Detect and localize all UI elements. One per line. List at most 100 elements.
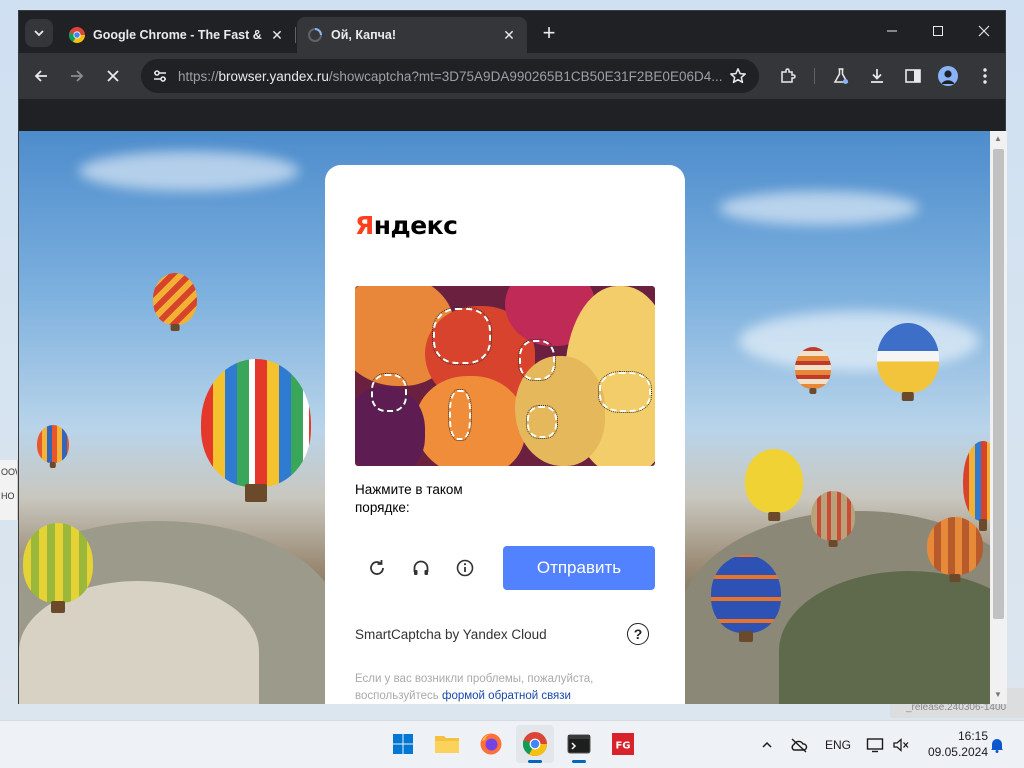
tray-display[interactable] — [864, 733, 886, 757]
scrollbar-thumb[interactable] — [993, 149, 1004, 619]
url-scheme: https:// — [178, 68, 219, 84]
labs-button[interactable] — [827, 62, 855, 90]
side-panel-button[interactable] — [899, 62, 927, 90]
close-tab-icon[interactable]: ✕ — [269, 27, 285, 43]
feedback-note: Если у вас возникли проблемы, пожалуйста… — [355, 671, 625, 704]
bookmark-star-icon[interactable] — [729, 67, 747, 85]
close-icon — [978, 25, 990, 37]
tune-icon — [154, 70, 166, 82]
page-viewport: Яндекс Нажмите в таком порядке: Отправит… — [19, 131, 990, 704]
start-icon — [393, 734, 413, 754]
language-indicator[interactable]: ENG — [822, 733, 854, 757]
taskbar-clock[interactable]: 16:15 09.05.2024 — [918, 728, 988, 760]
file-explorer-icon — [435, 736, 459, 753]
tab-captcha[interactable]: Ой, Капча! ✕ — [297, 17, 527, 53]
browser-window: Google Chrome - The Fast & Secure Web Br… — [18, 10, 1007, 704]
captcha-target-symbol[interactable] — [432, 307, 492, 365]
tab-title: Google Chrome - The Fast & Secure Web Br… — [93, 28, 263, 42]
start-button[interactable] — [384, 725, 422, 763]
arrow-right-icon — [71, 70, 84, 82]
show-hidden-icons-button[interactable] — [758, 733, 776, 757]
hot-air-balloon — [745, 449, 803, 513]
tab-strip: Google Chrome - The Fast & Secure Web Br… — [19, 11, 1005, 53]
page-scrollbar[interactable]: ▲ ▼ — [990, 131, 1007, 704]
captcha-branding: SmartCaptcha by Yandex Cloud — [355, 627, 547, 642]
forward-button[interactable] — [63, 62, 91, 90]
close-window-button[interactable] — [961, 11, 1007, 51]
taskbar-terminal[interactable] — [560, 725, 598, 763]
hot-air-balloon — [877, 323, 939, 393]
captcha-info-button[interactable] — [451, 554, 479, 582]
toolbar-divider — [814, 68, 815, 84]
url-text: https://browser.yandex.ru/showcaptcha?mt… — [178, 69, 728, 84]
hot-air-balloon — [711, 555, 781, 633]
taskbar-firefox[interactable] — [472, 725, 510, 763]
background-cloud — [719, 191, 919, 225]
more-vert-icon — [983, 68, 987, 84]
tab-title: Ой, Капча! — [331, 28, 397, 42]
notifications-button[interactable] — [988, 733, 1006, 757]
logo-first-letter: Я — [355, 211, 374, 240]
tab-google-chrome[interactable]: Google Chrome - The Fast & Secure Web Br… — [59, 17, 295, 53]
speaker-muted-icon — [893, 738, 909, 752]
address-bar[interactable]: https://browser.yandex.ru/showcaptcha?mt… — [141, 59, 759, 93]
taskbar-fg-app[interactable]: FG — [604, 725, 642, 763]
loading-spinner-icon — [308, 28, 322, 42]
hot-air-balloon — [37, 425, 69, 463]
feedback-form-link[interactable]: формой обратной связи — [442, 690, 571, 702]
puzzle-icon — [781, 68, 796, 83]
hot-air-balloon — [927, 517, 983, 575]
captcha-target-symbol[interactable] — [370, 373, 408, 413]
side-panel-icon — [905, 69, 921, 83]
hot-air-balloon — [963, 441, 990, 521]
new-tab-button[interactable]: + — [537, 20, 561, 45]
monitor-icon — [866, 738, 884, 753]
close-icon — [107, 70, 119, 82]
taskbar-chrome[interactable] — [516, 725, 554, 763]
cloud-off-icon — [791, 738, 808, 753]
menu-button[interactable] — [971, 62, 999, 90]
scroll-up-icon[interactable]: ▲ — [994, 135, 1003, 143]
background-text: OOW — [1, 467, 17, 477]
refresh-captcha-button[interactable] — [363, 554, 391, 582]
hot-air-balloon — [153, 273, 197, 325]
captcha-target-symbol[interactable] — [598, 371, 652, 413]
taskbar: FG ENG 16:15 09.05.2024 — [0, 720, 1024, 768]
yandex-logo: Яндекс — [355, 211, 458, 240]
help-button[interactable]: ? — [627, 623, 649, 645]
hot-air-balloon — [811, 491, 855, 541]
captcha-card: Яндекс Нажмите в таком порядке: Отправит… — [325, 165, 685, 704]
captcha-image[interactable] — [355, 286, 655, 466]
minimize-button[interactable] — [869, 11, 915, 51]
tray-network-status[interactable] — [788, 733, 810, 757]
downloads-button[interactable] — [863, 62, 891, 90]
submit-button[interactable]: Отправить — [503, 546, 655, 590]
maximize-icon — [933, 26, 943, 36]
maximize-button[interactable] — [915, 11, 961, 51]
captcha-target-symbol[interactable] — [448, 389, 472, 441]
scroll-down-icon[interactable]: ▼ — [994, 691, 1003, 699]
terminal-icon — [567, 734, 591, 754]
taskbar-file-explorer[interactable] — [428, 725, 466, 763]
audio-captcha-button[interactable] — [407, 554, 435, 582]
fg-app-icon: FG — [612, 733, 634, 755]
stop-loading-button[interactable] — [99, 62, 127, 90]
clock-time: 16:15 — [957, 729, 988, 743]
minimize-icon — [887, 30, 897, 32]
hot-air-balloon — [23, 523, 93, 603]
arrow-left-icon — [34, 70, 47, 82]
site-info-button[interactable] — [150, 66, 170, 86]
extensions-button[interactable] — [774, 62, 802, 90]
back-button[interactable] — [27, 62, 55, 90]
tab-search-button[interactable] — [25, 19, 53, 47]
chevron-up-icon — [762, 741, 772, 748]
bell-icon — [991, 739, 1003, 753]
background-window-edge: OOW НО — [0, 460, 18, 520]
tray-volume[interactable] — [890, 733, 912, 757]
profile-avatar-icon[interactable] — [938, 66, 958, 86]
captcha-instruction: Нажмите в таком порядке: — [355, 482, 463, 515]
url-path: /showcaptcha?mt=3D75A9DA990265B1CB50E31F… — [328, 68, 723, 84]
captcha-target-symbol[interactable] — [518, 339, 556, 381]
captcha-target-symbol[interactable] — [526, 405, 558, 439]
close-tab-icon[interactable]: ✕ — [501, 27, 517, 43]
